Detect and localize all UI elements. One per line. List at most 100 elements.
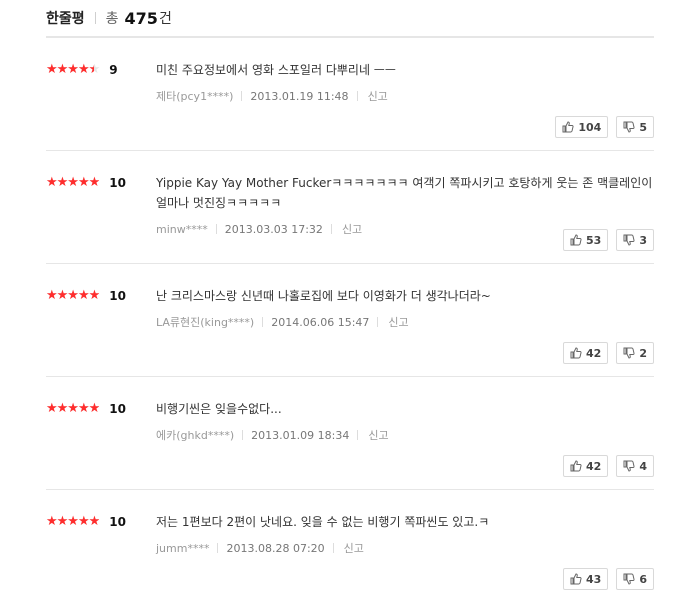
like-count: 104 xyxy=(578,120,602,134)
star-rating-fill: ★★★★★ xyxy=(46,514,100,529)
like-button[interactable]: 53 xyxy=(563,229,609,251)
vote-buttons: 53 3 xyxy=(563,229,654,251)
like-button[interactable]: 43 xyxy=(563,568,609,590)
thumbs-down-icon xyxy=(623,347,635,359)
thumbs-up-icon xyxy=(570,460,582,472)
thumbs-up-icon xyxy=(570,573,582,585)
dislike-count: 2 xyxy=(639,346,647,360)
review-date: 2013.01.19 11:48 xyxy=(250,89,349,103)
review-meta: jumm**** 2013.08.28 07:20 신고 xyxy=(156,540,654,556)
dislike-count: 6 xyxy=(639,572,647,586)
review-content: Yippie Kay Yay Mother Fuckerㅋㅋㅋㅋㅋㅋㅋ 여객기 … xyxy=(156,173,654,237)
thumbs-up-icon xyxy=(570,347,582,359)
meta-divider xyxy=(217,543,219,553)
meta-divider xyxy=(332,543,334,553)
review-date: 2013.08.28 07:20 xyxy=(226,541,325,555)
rating: ★★★★★ ★★★★★ 10 xyxy=(46,401,126,417)
vote-buttons: 42 4 xyxy=(563,455,654,477)
rating-score: 9 xyxy=(109,63,118,77)
vote-buttons: 42 2 xyxy=(563,342,654,364)
thumbs-down-icon xyxy=(623,460,635,472)
thumbs-down-icon xyxy=(623,573,635,585)
review-text: 난 크리스마스랑 신년때 나홀로집에 보다 이영화가 더 생각나더라~ xyxy=(156,289,491,303)
header-divider xyxy=(94,12,96,24)
review-meta: 에카(ghkd****) 2013.01.09 18:34 신고 xyxy=(156,427,654,443)
like-count: 53 xyxy=(586,233,602,247)
review-user[interactable]: 에카(ghkd****) xyxy=(156,427,234,443)
meta-divider xyxy=(242,430,244,440)
total-unit: 건 xyxy=(158,11,172,27)
rating-score: 10 xyxy=(109,176,126,190)
review-content: 미친 주요정보에서 영화 스포일러 다뿌리네 ㅡㅡ 제타(pcy1****) 2… xyxy=(156,60,654,104)
report-link[interactable]: 신고 xyxy=(368,88,388,104)
review-content: 저는 1편보다 2편이 낫네요. 잊을 수 없는 비행기 쪽파씬도 있고.ㅋ j… xyxy=(156,512,654,556)
meta-divider xyxy=(377,317,379,327)
thumbs-down-icon xyxy=(623,234,635,246)
review-meta: LA류현진(king****) 2014.06.06 15:47 신고 xyxy=(156,314,654,330)
like-button[interactable]: 104 xyxy=(555,116,609,138)
star-rating: ★★★★★ ★★★★★ xyxy=(46,514,100,530)
like-button[interactable]: 42 xyxy=(563,342,609,364)
review-text: Yippie Kay Yay Mother Fuckerㅋㅋㅋㅋㅋㅋㅋ 여객기 … xyxy=(156,176,653,210)
review-header: 한줄평 총 475 건 xyxy=(46,0,654,38)
dislike-count: 3 xyxy=(639,233,647,247)
rating: ★★★★★ ★★★★★ 10 xyxy=(46,514,126,530)
rating-score: 10 xyxy=(109,515,126,529)
dislike-button[interactable]: 6 xyxy=(616,568,654,590)
review-user[interactable]: 제타(pcy1****) xyxy=(156,88,233,104)
dislike-count: 4 xyxy=(639,459,647,473)
report-link[interactable]: 신고 xyxy=(368,427,388,443)
review-user[interactable]: LA류현진(king****) xyxy=(156,314,254,330)
review-meta: 제타(pcy1****) 2013.01.19 11:48 신고 xyxy=(156,88,654,104)
star-rating-fill: ★★★★★ xyxy=(46,62,94,77)
like-count: 42 xyxy=(586,459,602,473)
star-rating: ★★★★★ ★★★★★ xyxy=(46,175,100,191)
review-date: 2013.03.03 17:32 xyxy=(224,222,323,236)
star-rating-fill: ★★★★★ xyxy=(46,288,100,303)
review-item: ★★★★★ ★★★★★ 10 비행기씬은 잊을수없다... 에카(ghkd***… xyxy=(46,377,654,490)
review-user[interactable]: minw**** xyxy=(156,223,208,236)
thumbs-down-icon xyxy=(623,121,635,133)
meta-divider xyxy=(215,224,217,234)
review-text: 미친 주요정보에서 영화 스포일러 다뿌리네 ㅡㅡ xyxy=(156,63,396,77)
star-rating-fill: ★★★★★ xyxy=(46,175,100,190)
like-count: 43 xyxy=(586,572,602,586)
meta-divider xyxy=(241,91,243,101)
report-link[interactable]: 신고 xyxy=(342,221,362,237)
like-button[interactable]: 42 xyxy=(563,455,609,477)
rating: ★★★★★ ★★★★★ 10 xyxy=(46,288,126,304)
dislike-button[interactable]: 4 xyxy=(616,455,654,477)
like-count: 42 xyxy=(586,346,602,360)
total-count: 475 xyxy=(124,8,158,28)
total-label: 총 xyxy=(105,11,119,27)
dislike-button[interactable]: 2 xyxy=(616,342,654,364)
vote-buttons: 43 6 xyxy=(563,568,654,590)
star-rating-fill: ★★★★★ xyxy=(46,401,100,416)
rating-score: 10 xyxy=(109,289,126,303)
dislike-button[interactable]: 3 xyxy=(616,229,654,251)
star-rating: ★★★★★ ★★★★★ xyxy=(46,288,100,304)
review-date: 2013.01.09 18:34 xyxy=(251,428,350,442)
vote-buttons: 104 5 xyxy=(555,116,654,138)
rating-score: 10 xyxy=(109,402,126,416)
thumbs-up-icon xyxy=(570,234,582,246)
thumbs-up-icon xyxy=(562,121,574,133)
review-user[interactable]: jumm**** xyxy=(156,542,209,555)
rating: ★★★★★ ★★★★★ 9 xyxy=(46,62,118,78)
meta-divider xyxy=(356,91,358,101)
star-rating: ★★★★★ ★★★★★ xyxy=(46,62,100,78)
review-section: 한줄평 총 475 건 ★★★★★ ★★★★★ 9 미친 주요정보에서 영화 스… xyxy=(46,0,654,602)
review-item: ★★★★★ ★★★★★ 9 미친 주요정보에서 영화 스포일러 다뿌리네 ㅡㅡ … xyxy=(46,38,654,151)
review-content: 난 크리스마스랑 신년때 나홀로집에 보다 이영화가 더 생각나더라~ LA류현… xyxy=(156,286,654,330)
review-item: ★★★★★ ★★★★★ 10 Yippie Kay Yay Mother Fuc… xyxy=(46,151,654,264)
meta-divider xyxy=(357,430,359,440)
report-link[interactable]: 신고 xyxy=(344,540,364,556)
dislike-button[interactable]: 5 xyxy=(616,116,654,138)
report-link[interactable]: 신고 xyxy=(388,314,408,330)
meta-divider xyxy=(262,317,264,327)
review-text: 저는 1편보다 2편이 낫네요. 잊을 수 없는 비행기 쪽파씬도 있고.ㅋ xyxy=(156,515,490,529)
review-content: 비행기씬은 잊을수없다... 에카(ghkd****) 2013.01.09 1… xyxy=(156,399,654,443)
review-date: 2014.06.06 15:47 xyxy=(271,315,370,329)
dislike-count: 5 xyxy=(639,120,647,134)
review-item: ★★★★★ ★★★★★ 10 난 크리스마스랑 신년때 나홀로집에 보다 이영화… xyxy=(46,264,654,377)
